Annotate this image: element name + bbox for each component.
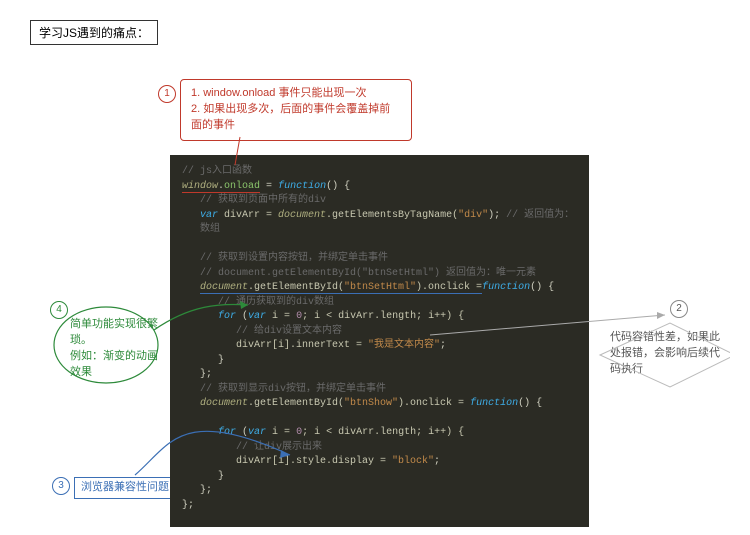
code-token: for: [218, 427, 236, 438]
code-token: };: [182, 484, 577, 499]
callout-number-1: 1: [158, 85, 176, 103]
page-title: 学习JS遇到的痛点：: [30, 20, 158, 45]
code-token: .getElementById(: [248, 282, 344, 293]
callout-error-tolerance: 代码容错性差，如果此处报错，会影响后续代码执行: [610, 330, 725, 378]
code-token: ; i < divArr.length; i++) {: [302, 427, 464, 438]
code-token: onload: [224, 181, 260, 192]
code-token: "我是文本内容": [368, 340, 440, 351]
code-token: .getElementById(: [248, 398, 344, 409]
callout-4-line2: 例如：渐变的动画效果: [70, 349, 160, 381]
code-token: (: [236, 427, 248, 438]
code-token: i =: [266, 311, 296, 322]
code-token: ;: [440, 340, 446, 351]
code-token: i =: [266, 427, 296, 438]
callout-1-line1: 1. window.onload 事件只能出现一次: [191, 86, 401, 102]
code-comment: // 让div展示出来: [182, 441, 577, 456]
code-token: function: [482, 282, 530, 293]
code-comment: // 获取到设置内容按钮，并绑定单击事件: [182, 252, 577, 267]
code-comment: // js入口函数: [182, 166, 252, 177]
diagram-stage: 1 1. window.onload 事件只能出现一次 2. 如果出现多次，后面…: [30, 45, 730, 515]
code-token: divArr[i].innerText =: [236, 340, 368, 351]
code-token: document: [278, 210, 326, 221]
code-token: ).onclick =: [398, 398, 470, 409]
callout-complexity: 简单功能实现很繁琐。 例如：渐变的动画效果: [70, 317, 160, 381]
code-token: for: [218, 311, 236, 322]
code-token: () {: [518, 398, 542, 409]
code-token: }: [182, 470, 577, 485]
code-comment: // 获取到页面中所有的div: [182, 194, 577, 209]
code-token: function: [278, 181, 326, 192]
callout-number-4: 4: [50, 301, 68, 319]
callout-compatibility: 浏览器兼容性问题: [74, 477, 176, 499]
code-token: document: [200, 282, 248, 293]
code-token: var: [200, 210, 218, 221]
code-token: .getElementsByTagName(: [326, 210, 458, 221]
code-token: "btnSetHtml": [344, 282, 416, 293]
callout-number-3: 3: [52, 477, 70, 495]
callout-4-line1: 简单功能实现很繁琐。: [70, 317, 160, 349]
code-comment: // document.getElementById("btnSetHtml")…: [182, 267, 577, 282]
code-token: () {: [530, 282, 554, 293]
code-token: (: [236, 311, 248, 322]
callout-number-2: 2: [670, 300, 688, 318]
code-token: function: [470, 398, 518, 409]
code-token: var: [248, 311, 266, 322]
code-comment: // 获取到显示div按钮，并绑定单击事件: [182, 383, 577, 398]
code-token: "btnShow": [344, 398, 398, 409]
code-token: document: [200, 398, 248, 409]
code-token: window: [182, 181, 218, 192]
callout-onload-limitation: 1. window.onload 事件只能出现一次 2. 如果出现多次，后面的事…: [180, 79, 412, 141]
code-token: };: [182, 368, 577, 383]
code-token: divArr =: [218, 210, 278, 221]
code-token: ; i < divArr.length; i++) {: [302, 311, 464, 322]
code-token: () {: [326, 181, 350, 192]
code-token: ).onclick =: [416, 282, 482, 293]
code-token: }: [182, 354, 577, 369]
code-token: divArr[i].style.display =: [236, 456, 392, 467]
code-comment: // 给div设置文本内容: [182, 325, 577, 340]
code-editor: // js入口函数 window.onload = function() { /…: [170, 155, 589, 527]
code-token: );: [488, 210, 500, 221]
code-token: =: [260, 181, 278, 192]
code-token: var: [248, 427, 266, 438]
code-token: ;: [434, 456, 440, 467]
code-token: "block": [392, 456, 434, 467]
code-comment: // 通历获取到的div数组: [182, 296, 577, 311]
code-token: };: [182, 500, 194, 511]
callout-1-line2: 2. 如果出现多次，后面的事件会覆盖掉前面的事件: [191, 102, 401, 134]
code-token: "div": [458, 210, 488, 221]
